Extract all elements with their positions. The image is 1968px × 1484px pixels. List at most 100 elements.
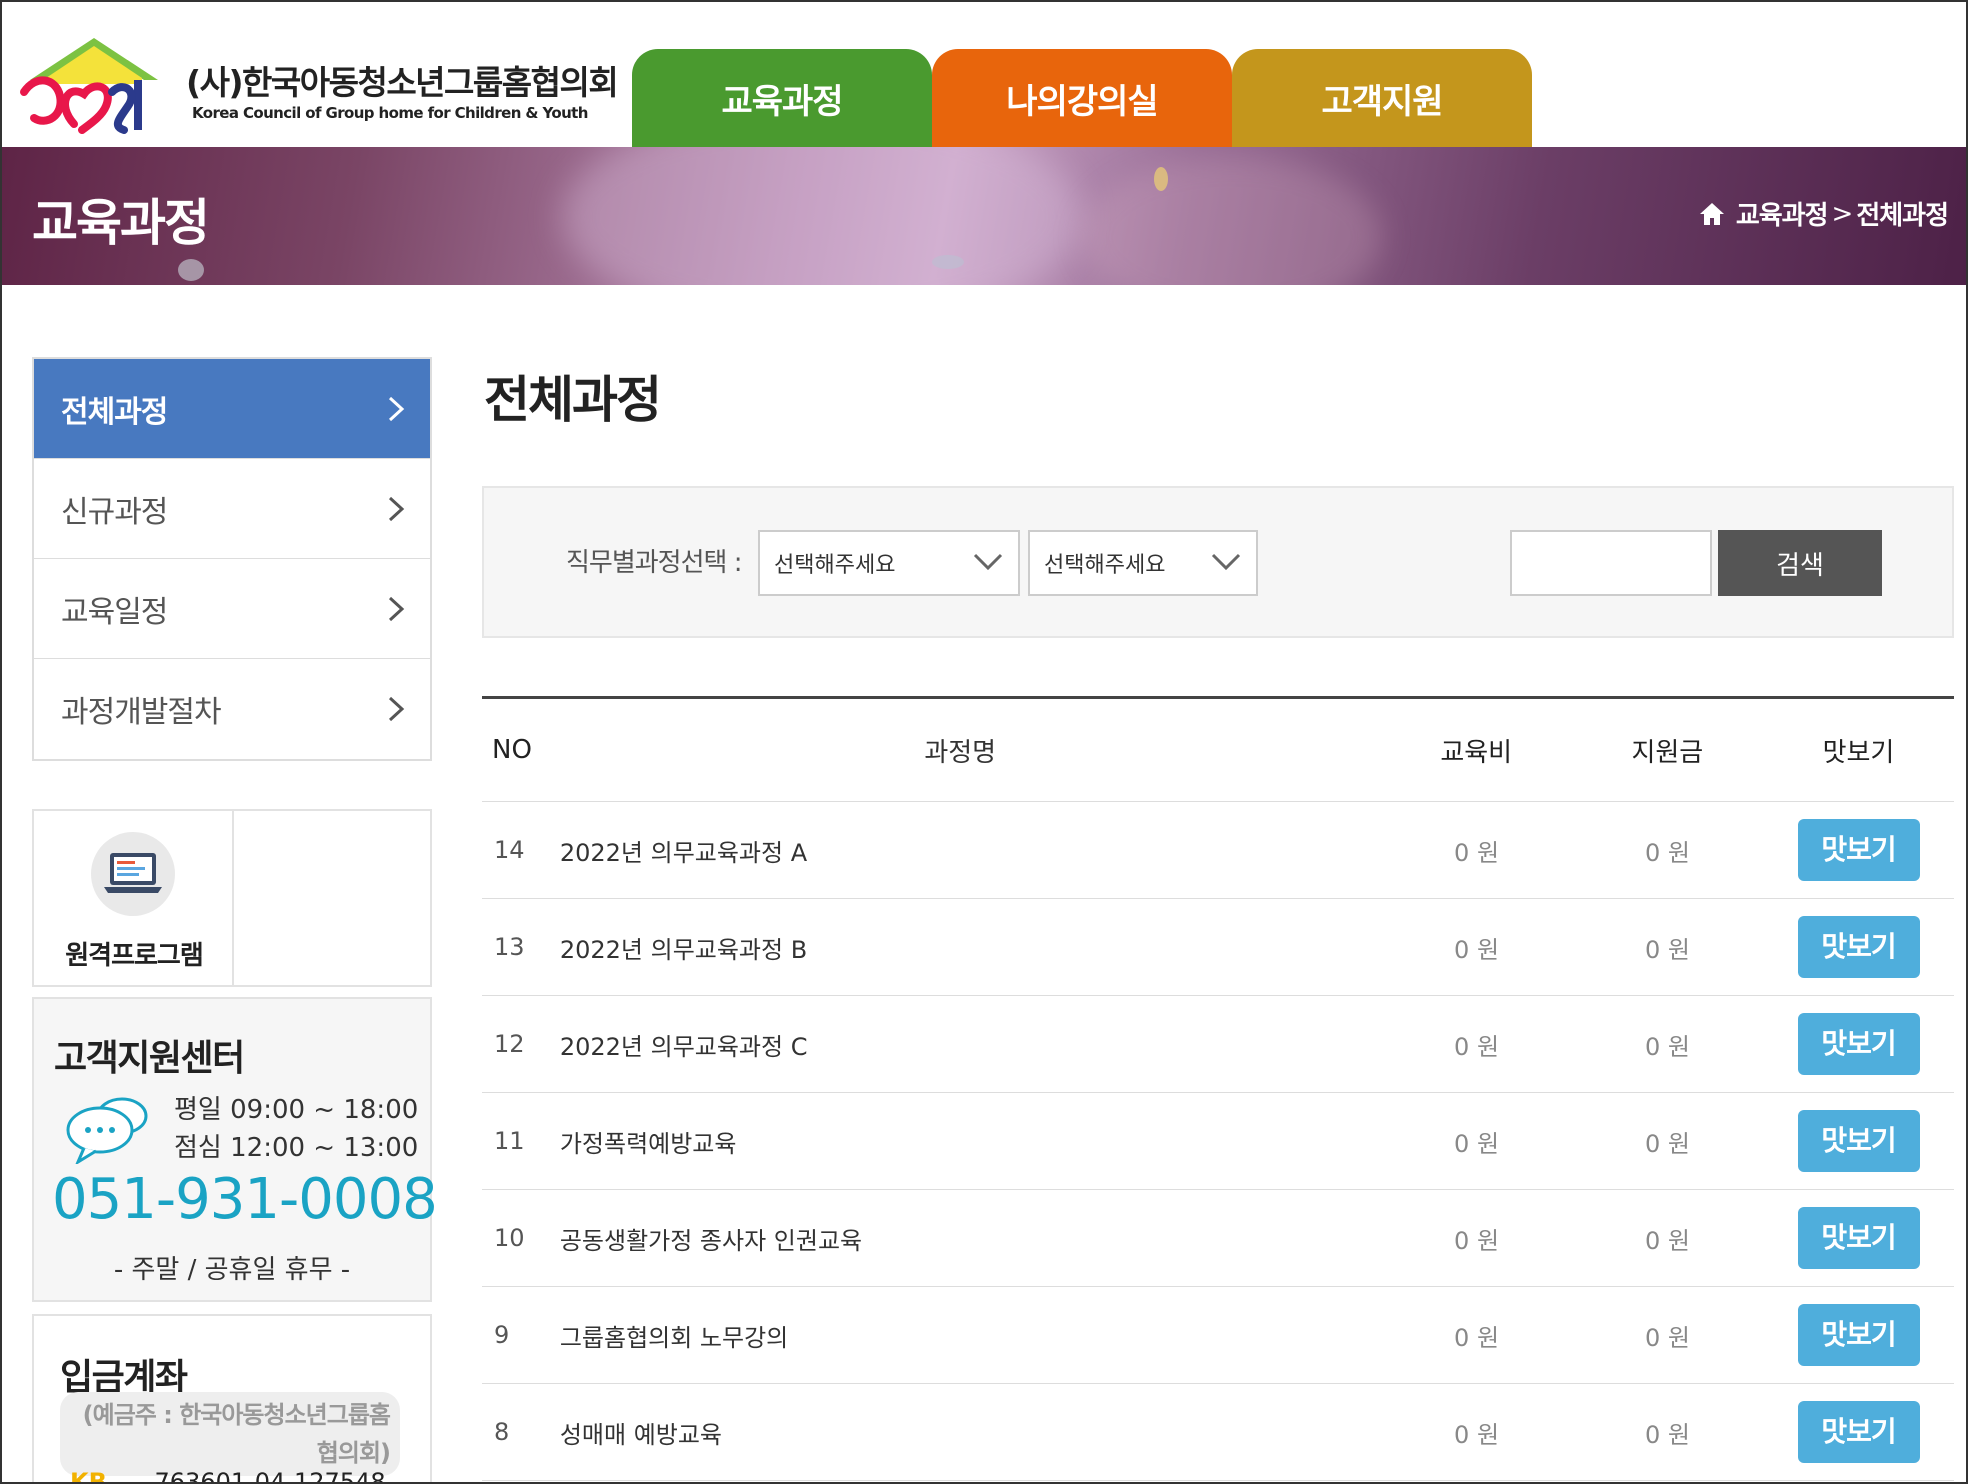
row-support: 0 원 [1645, 1032, 1691, 1061]
support-hours: 평일 09:00 ~ 18:00 점심 12:00 ~ 13:00 [174, 1091, 418, 1167]
kb-bank-logo: KB [70, 1468, 107, 1484]
row-no: 12 [494, 1030, 525, 1058]
row-support: 0 원 [1645, 1420, 1691, 1449]
org-name-ko: (사)한국아동청소년그룹홈협의회 [186, 63, 619, 102]
breadcrumb-item-current: 전체과정 [1856, 201, 1949, 231]
remote-program-link[interactable]: 원격프로그램 [34, 811, 234, 985]
row-support: 0 원 [1645, 1129, 1691, 1158]
header-course-name: 과정명 [924, 737, 997, 768]
search-button[interactable]: 검색 [1718, 530, 1882, 596]
sidebar-menu: 전체과정 신규과정 교육일정 과정개발절차 [32, 357, 432, 761]
job-category-select-2[interactable]: 선택해주세요 [1028, 530, 1258, 596]
sub-visual-banner: 교육과정 교육과정 > 전체과정 [2, 147, 1966, 285]
bank-account-number: KB 763601-04-127548 [70, 1468, 386, 1484]
sidebar-item-label: 교육일정 [61, 594, 168, 630]
chevron-right-icon [388, 696, 405, 722]
row-fee: 0 원 [1454, 838, 1500, 867]
site-header: (사)한국아동청소년그룹홈협의회 Korea Council of Group … [2, 2, 1966, 148]
preview-button[interactable]: 맛보기 [1797, 1304, 1920, 1366]
job-category-label: 직무별과정선택 : [566, 548, 742, 578]
bank-account-holder: (예금주 : 한국아동청소년그룹홈 협의회) [60, 1392, 400, 1476]
sidebar-item-label: 과정개발절차 [61, 695, 222, 730]
row-no: 11 [494, 1127, 525, 1155]
row-course-name[interactable]: 성매매 예방교육 [540, 1415, 1381, 1450]
table-row: 8 성매매 예방교육 0 원 0 원 맛보기 [482, 1384, 1954, 1481]
support-hours-lunch: 점심 12:00 ~ 13:00 [174, 1133, 419, 1163]
row-support: 0 원 [1645, 838, 1691, 867]
page-frame: (사)한국아동청소년그룹홈협의회 Korea Council of Group … [0, 0, 1968, 1484]
row-course-name[interactable]: 가정폭력예방교육 [540, 1124, 1381, 1159]
remote-program-label: 원격프로그램 [65, 941, 204, 971]
logo-icon[interactable] [16, 34, 176, 134]
support-holiday-note: - 주말 / 공휴일 휴무 - [113, 1255, 351, 1285]
preview-button[interactable]: 맛보기 [1797, 916, 1920, 978]
breadcrumb-separator: > [1831, 198, 1854, 229]
row-course-name[interactable]: 그룹홈협의회 노무강의 [540, 1318, 1381, 1353]
preview-button[interactable]: 맛보기 [1797, 1013, 1920, 1075]
row-no: 10 [494, 1224, 525, 1252]
search-input[interactable] [1510, 530, 1712, 596]
sidebar-item-schedule[interactable]: 교육일정 [34, 559, 430, 659]
table-row: 12 2022년 의무교육과정 C 0 원 0 원 맛보기 [482, 996, 1954, 1093]
table-row: 13 2022년 의무교육과정 B 0 원 0 원 맛보기 [482, 899, 1954, 996]
global-nav: 교육과정 나의강의실 고객지원 [632, 49, 1532, 148]
chevron-down-icon [1211, 553, 1241, 571]
row-support: 0 원 [1645, 1323, 1691, 1352]
row-course-name[interactable]: 공동생활가정 종사자 인권교육 [540, 1221, 1381, 1256]
header-preview: 맛보기 [1822, 737, 1895, 768]
job-category-select-1[interactable]: 선택해주세요 [758, 530, 1020, 596]
breadcrumb: 교육과정 > 전체과정 [1698, 195, 1949, 232]
support-title: 고객지원센터 [54, 1038, 245, 1079]
row-fee: 0 원 [1454, 1032, 1500, 1061]
row-fee: 0 원 [1454, 1129, 1500, 1158]
row-no: 8 [494, 1418, 510, 1446]
row-fee: 0 원 [1454, 1226, 1500, 1255]
customer-support-box: 고객지원센터 평일 09:00 ~ 18:00 점심 12:00 ~ 13:00… [32, 997, 438, 1302]
row-no: 14 [494, 836, 525, 864]
chat-bubble-icon [66, 1097, 148, 1164]
breadcrumb-item-courses[interactable]: 교육과정 [1736, 195, 1829, 232]
chevron-right-icon [388, 496, 405, 521]
row-fee: 0 원 [1454, 1420, 1500, 1449]
nav-tab-courses[interactable]: 교육과정 [632, 49, 932, 148]
row-support: 0 원 [1645, 935, 1691, 964]
preview-button[interactable]: 맛보기 [1797, 1207, 1920, 1269]
select-value: 선택해주세요 [1044, 553, 1166, 578]
row-course-name[interactable]: 2022년 의무교육과정 A [540, 833, 1381, 868]
course-table: NO 과정명 교육비 지원금 맛보기 14 2022년 의무교육과정 A 0 원… [482, 696, 1954, 1481]
account-number: 763601-04-127548 [154, 1468, 386, 1484]
preview-button[interactable]: 맛보기 [1797, 1110, 1920, 1172]
table-row: 11 가정폭력예방교육 0 원 0 원 맛보기 [482, 1093, 1954, 1190]
support-hours-weekday: 평일 09:00 ~ 18:00 [174, 1095, 419, 1125]
page-title: 전체과정 [484, 371, 662, 429]
row-fee: 0 원 [1454, 935, 1500, 964]
table-header: NO 과정명 교육비 지원금 맛보기 [482, 699, 1954, 802]
support-phone[interactable]: 051-931-0008 [52, 1167, 438, 1232]
home-icon[interactable] [1698, 200, 1726, 228]
chevron-down-icon [973, 553, 1003, 571]
row-no: 9 [494, 1321, 510, 1349]
nav-tab-my-classroom[interactable]: 나의강의실 [932, 49, 1232, 148]
row-course-name[interactable]: 2022년 의무교육과정 C [540, 1027, 1381, 1062]
banner-title: 교육과정 [32, 194, 210, 252]
sidebar-item-label: 신규과정 [61, 494, 168, 530]
table-row: 10 공동생활가정 종사자 인권교육 0 원 0 원 맛보기 [482, 1190, 1954, 1287]
bank-account-box: 입금계좌 (예금주 : 한국아동청소년그룹홈 협의회) KB 763601-04… [32, 1314, 432, 1484]
nav-tab-support[interactable]: 고객지원 [1232, 49, 1532, 148]
sidebar-item-label: 전체과정 [61, 394, 168, 430]
laptop-icon [91, 832, 175, 916]
sidebar-item-all-courses[interactable]: 전체과정 [34, 359, 430, 459]
preview-button[interactable]: 맛보기 [1797, 819, 1920, 881]
row-no: 13 [494, 933, 525, 961]
header-fee: 교육비 [1440, 737, 1513, 768]
sidebar-item-course-development[interactable]: 과정개발절차 [34, 659, 430, 759]
chevron-right-icon [388, 396, 405, 421]
remote-program-box: 원격프로그램 [32, 809, 432, 987]
course-search-box: 직무별과정선택 : 선택해주세요 선택해주세요 검색 [482, 486, 1954, 638]
table-row: 14 2022년 의무교육과정 A 0 원 0 원 맛보기 [482, 802, 1954, 899]
preview-button[interactable]: 맛보기 [1797, 1401, 1920, 1463]
row-course-name[interactable]: 2022년 의무교육과정 B [540, 930, 1381, 965]
org-name-en: Korea Council of Group home for Children… [192, 104, 588, 122]
chevron-right-icon [388, 596, 405, 621]
sidebar-item-new-courses[interactable]: 신규과정 [34, 459, 430, 559]
